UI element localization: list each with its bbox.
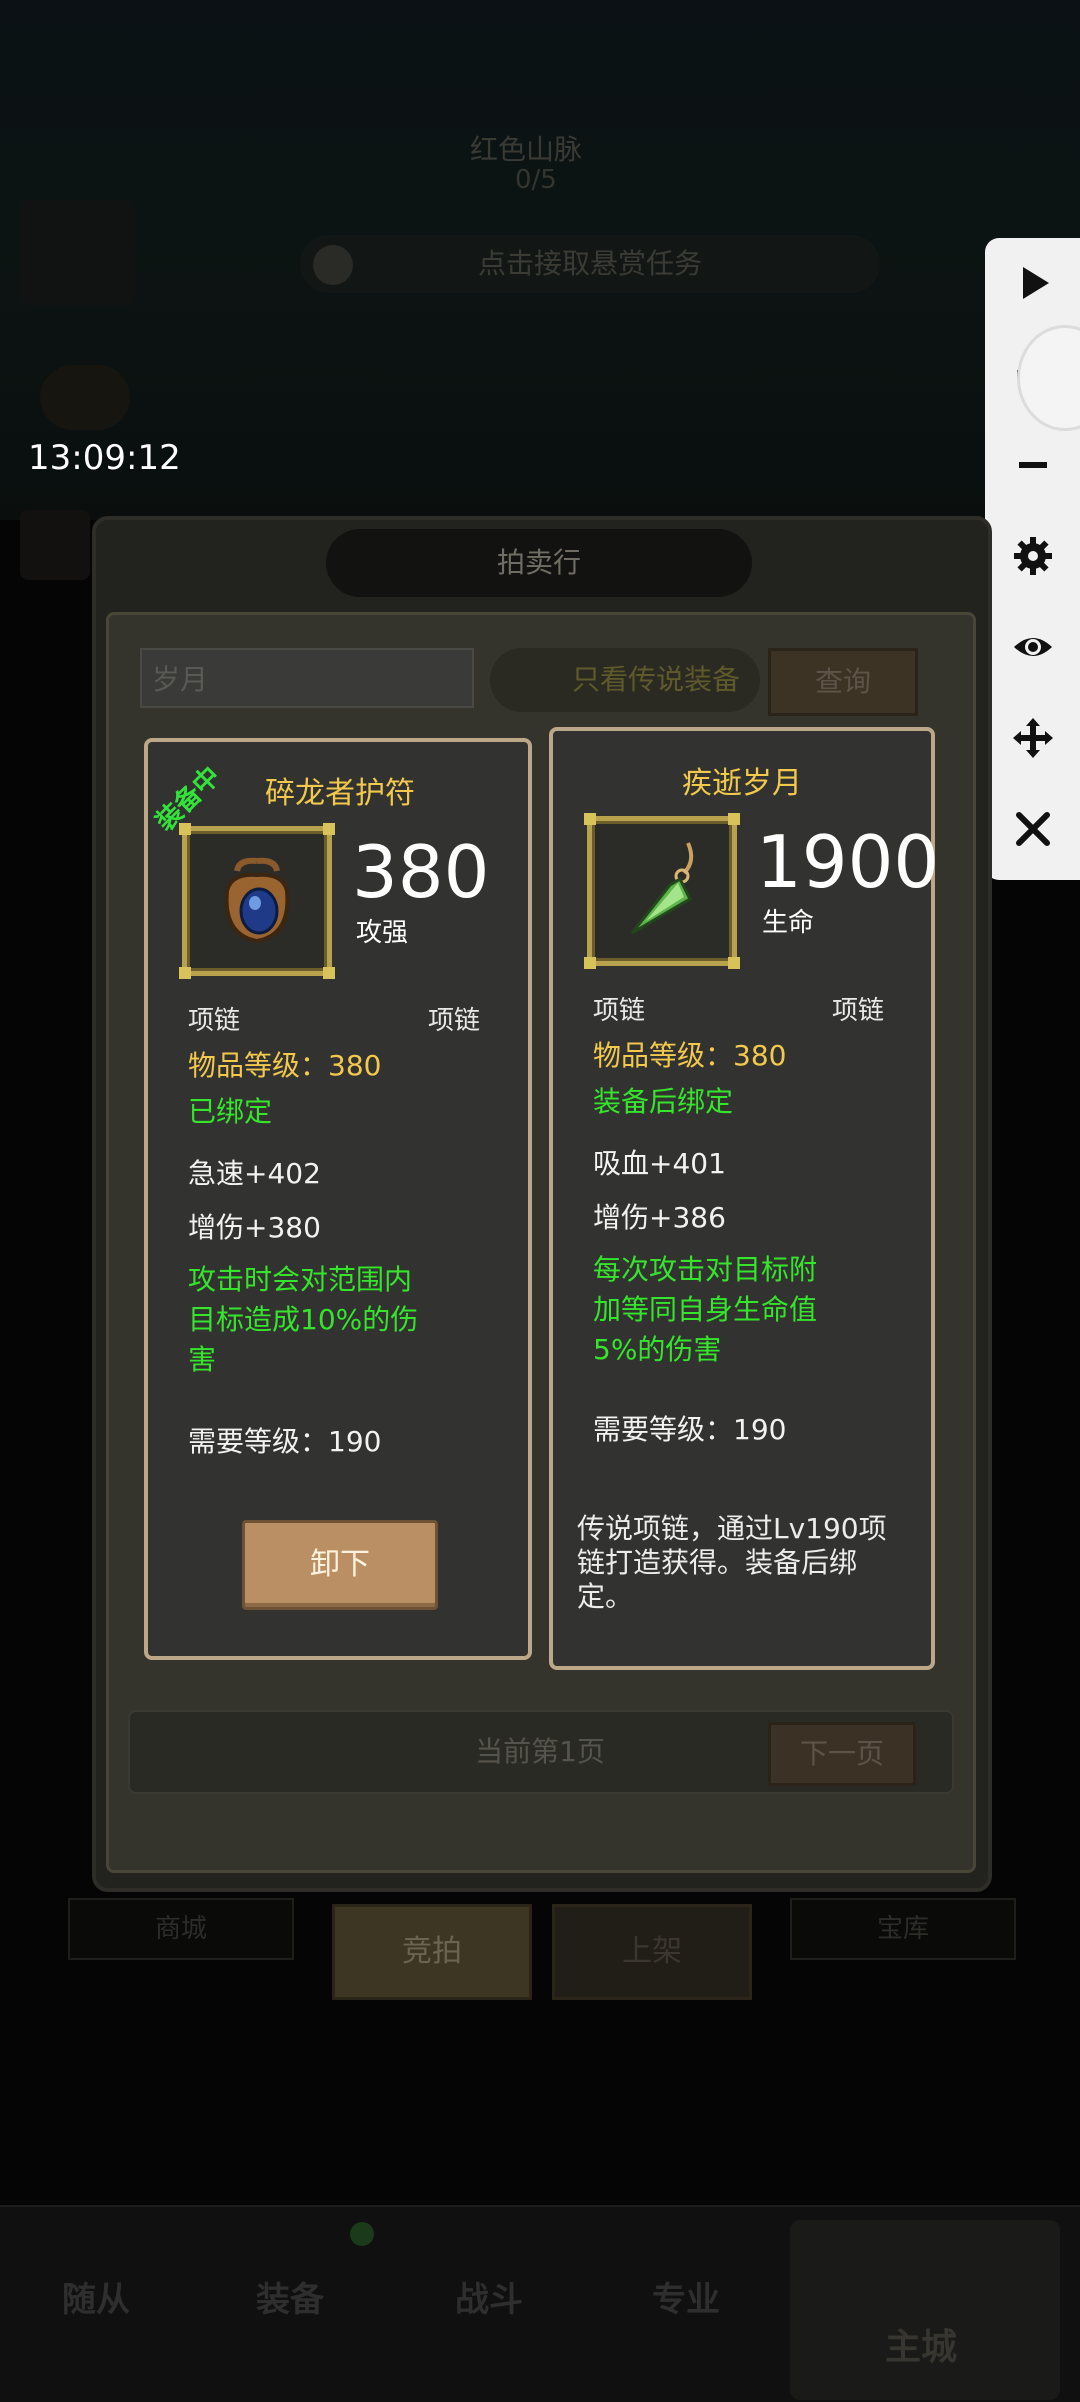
- amulet-icon: [179, 823, 335, 979]
- page-label: 当前第1页: [475, 1735, 605, 1768]
- close-icon[interactable]: [985, 784, 1080, 874]
- zoom-out-icon[interactable]: [985, 420, 1080, 510]
- item-level: 物品等级：380: [593, 1039, 787, 1072]
- clock-time: 13:09:12: [28, 438, 181, 478]
- notification-badge: [350, 2222, 374, 2246]
- nav-main-city-box[interactable]: [790, 2220, 1060, 2400]
- tab-shop[interactable]: 商城: [68, 1898, 294, 1960]
- required-level: 需要等级：190: [593, 1413, 787, 1446]
- item-main-value: 380: [352, 830, 490, 914]
- tab-list-item[interactable]: 上架: [552, 1904, 752, 2000]
- pendant-icon: [584, 813, 740, 969]
- item-slot: 项链: [593, 996, 646, 1026]
- panel-title: 拍卖行: [326, 529, 752, 597]
- move-icon[interactable]: [985, 693, 1080, 783]
- nav-battle[interactable]: 战斗: [455, 2272, 523, 2321]
- required-level: 需要等级：190: [188, 1425, 382, 1458]
- accept-bounty-button: 点击接取悬赏任务: [300, 235, 880, 293]
- eye-icon[interactable]: [985, 602, 1080, 692]
- nav-followers[interactable]: 随从: [62, 2272, 130, 2321]
- next-page-button[interactable]: 下一页: [768, 1722, 916, 1786]
- item-stat: 急速+402: [188, 1157, 321, 1190]
- search-input[interactable]: 岁月: [140, 648, 474, 708]
- item-effect-line: 攻击时会对范围内: [188, 1263, 413, 1296]
- play-icon[interactable]: [985, 238, 1080, 328]
- tab-auction[interactable]: 竞拍: [332, 1904, 532, 2000]
- item-name: 碎龙者护符: [265, 776, 415, 811]
- gear-icon[interactable]: [985, 511, 1080, 601]
- left-menu-icon: [20, 510, 90, 580]
- item-type: 项链: [428, 1006, 481, 1036]
- unequip-button[interactable]: 卸下: [242, 1520, 438, 1610]
- item-effect-line: 害: [188, 1343, 217, 1376]
- item-stat: 吸血+401: [593, 1147, 726, 1180]
- item-stat: 增伤+380: [188, 1211, 321, 1244]
- item-stat: 增伤+386: [593, 1201, 726, 1234]
- item-effect-line: 5%的伤害: [593, 1333, 722, 1366]
- query-button[interactable]: 查询: [768, 648, 918, 716]
- nav-main-city[interactable]: 主城: [885, 2318, 957, 2370]
- item-description-line: 链打造获得。装备后绑: [577, 1546, 858, 1579]
- item-name: 疾逝岁月: [682, 766, 802, 801]
- item-description-line: 定。: [577, 1580, 634, 1613]
- item-main-value-label: 生命: [762, 908, 815, 938]
- item-description-line: 传说项链，通过Lv190项: [577, 1512, 887, 1545]
- item-effect-line: 加等同自身生命值: [593, 1293, 818, 1326]
- item-slot: 项链: [188, 1006, 241, 1036]
- item-main-value: 1900: [756, 820, 940, 904]
- item-level: 物品等级：380: [188, 1049, 382, 1082]
- tab-treasury[interactable]: 宝库: [790, 1898, 1016, 1960]
- left-menu-icon: [40, 365, 130, 430]
- legendary-only-toggle[interactable]: 只看传说装备: [490, 648, 760, 712]
- item-type: 项链: [832, 996, 885, 1026]
- left-menu-icon: [20, 200, 135, 305]
- bind-status: 装备后绑定: [593, 1085, 734, 1118]
- bind-status: 已绑定: [188, 1095, 273, 1128]
- quest-count: 0/5: [515, 165, 557, 195]
- item-effect-line: 每次攻击对目标附: [593, 1253, 818, 1286]
- nav-profession[interactable]: 专业: [652, 2272, 720, 2321]
- quest-title: 红色山脉: [470, 133, 583, 166]
- nav-equipment[interactable]: 装备: [256, 2272, 324, 2321]
- quest-dot: [313, 245, 353, 285]
- item-effect-line: 目标造成10%的伤: [188, 1303, 419, 1336]
- item-main-value-label: 攻强: [356, 918, 409, 948]
